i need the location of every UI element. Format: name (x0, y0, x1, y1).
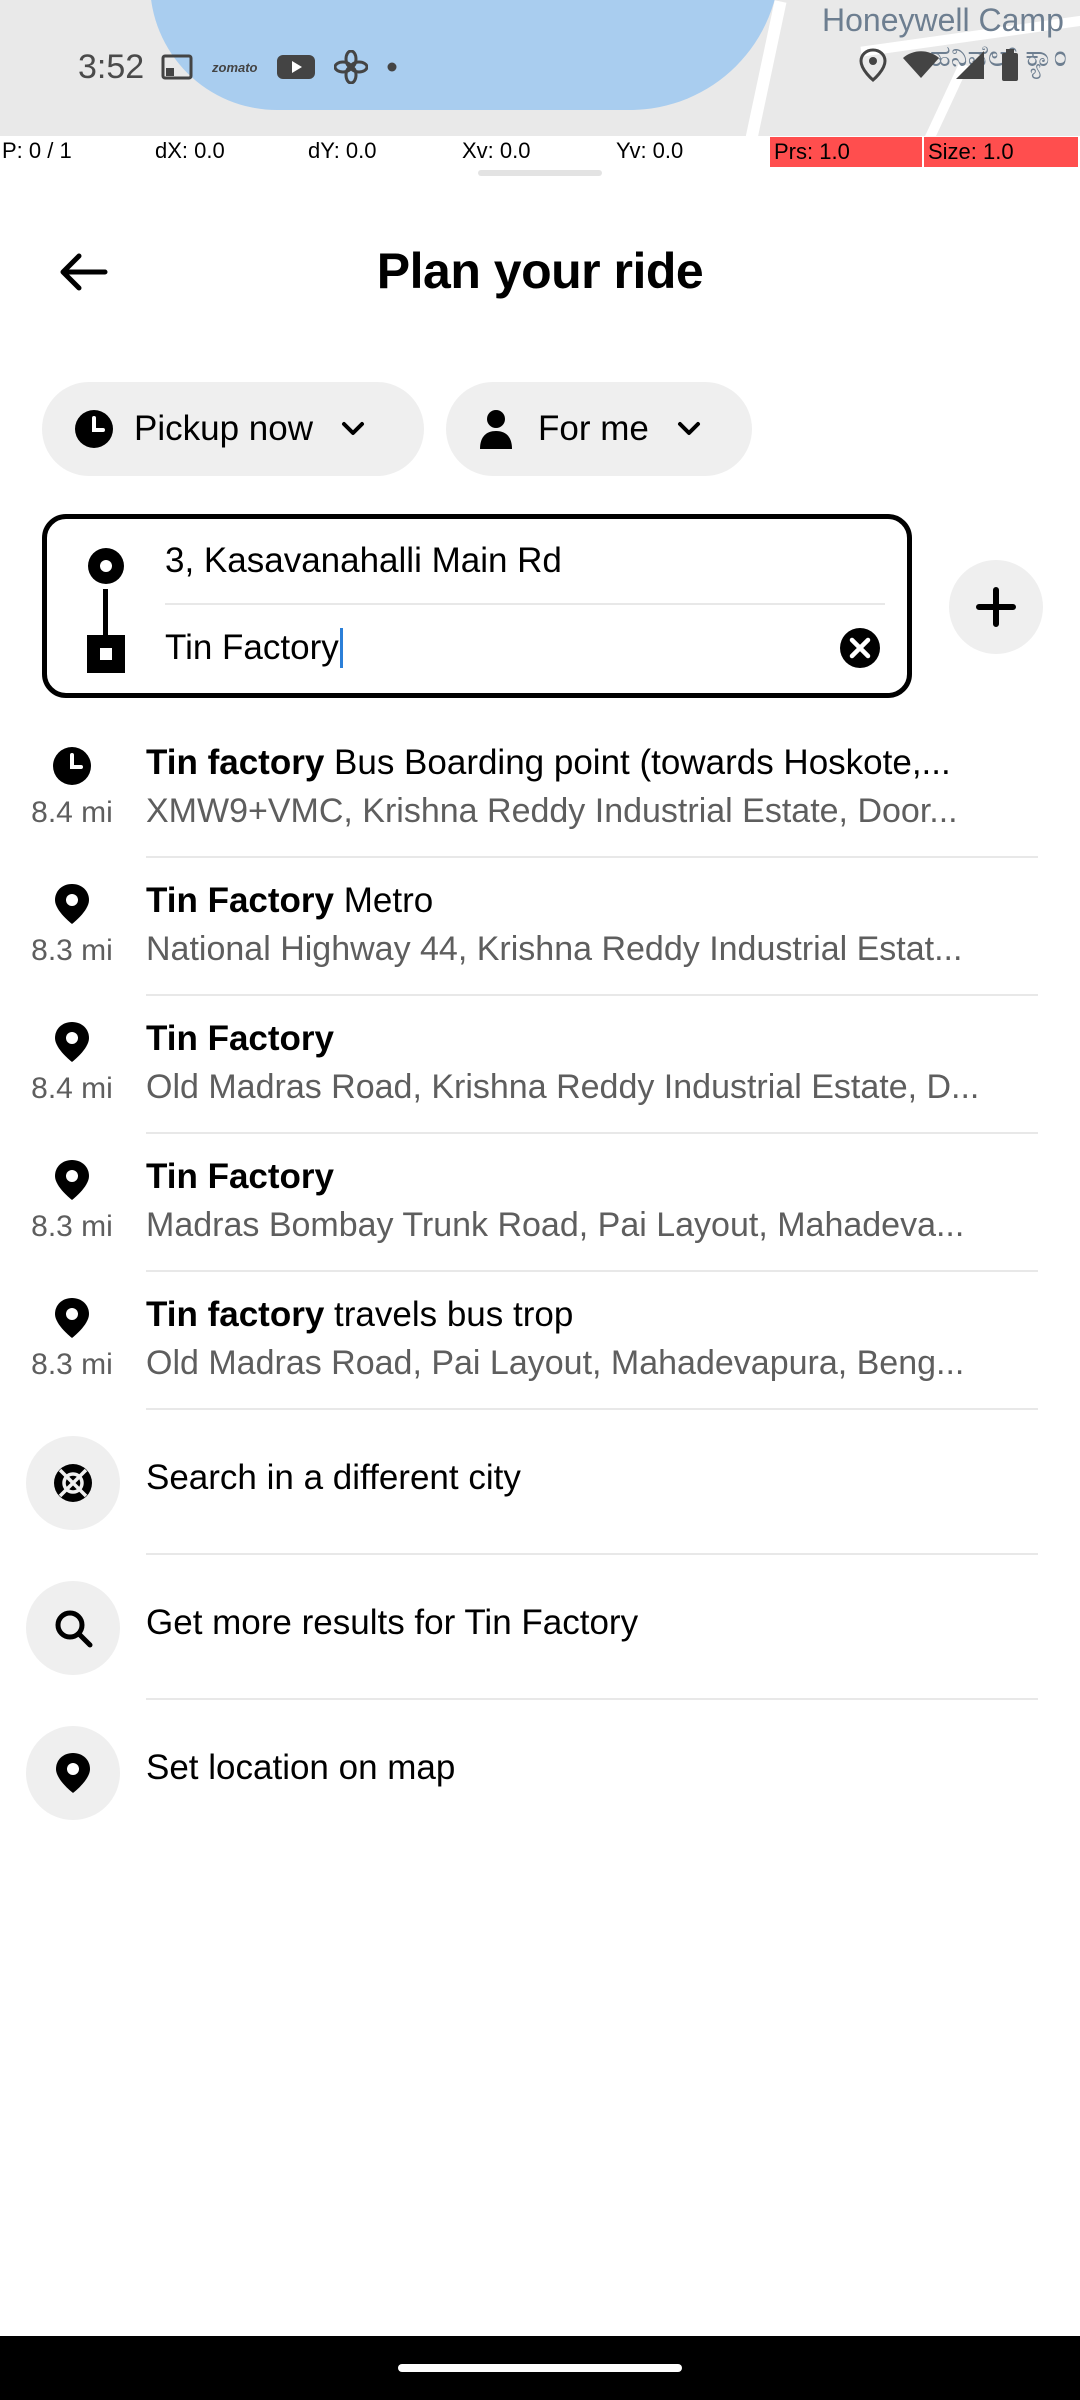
set-location-on-map-item[interactable]: Set location on map (0, 1700, 1080, 1845)
result-title-match: Tin Factory (146, 881, 335, 920)
globe-icon (26, 1436, 120, 1530)
person-icon (480, 410, 512, 449)
result-distance: 8.4 mi (31, 796, 113, 829)
dot-icon (387, 62, 396, 72)
clear-icon[interactable] (839, 627, 881, 669)
page-title: Plan your ride (376, 243, 704, 299)
destination-input[interactable]: Tin Factory (165, 605, 885, 691)
debug-yv: Yv: 0.0 (616, 138, 684, 163)
cast-icon (161, 54, 193, 80)
youtube-icon (276, 55, 315, 79)
search-different-city-label: Search in a different city (146, 1458, 521, 1497)
result-title-match: Tin factory (146, 1295, 325, 1334)
result-item[interactable]: 8.4 mi Tin factory Bus Boarding point (t… (0, 720, 1080, 858)
pickup-input-value: 3, Kasavanahalli Main Rd (165, 541, 562, 580)
signal-icon (956, 51, 984, 79)
result-title: Tin Factory (146, 1016, 1040, 1062)
result-title: Tin factory travels bus trop (146, 1292, 1040, 1338)
fan-icon (333, 50, 368, 84)
result-subtitle: National Highway 44, Krishna Reddy Indus… (146, 930, 963, 968)
pointer-debug-overlay: P: 0 / 1 dX: 0.0 dY: 0.0 Xv: 0.0 Yv: 0.0… (0, 136, 1080, 168)
result-title-match: Tin factory (146, 743, 325, 782)
clock-icon (75, 410, 113, 448)
result-subtitle: XMW9+VMC, Krishna Reddy Industrial Estat… (146, 792, 958, 830)
search-icon (26, 1581, 120, 1675)
debug-size: Size: 1.0 (924, 137, 1078, 167)
destination-input-value: Tin Factory (165, 628, 339, 667)
result-item[interactable]: 8.3 mi Tin Factory Madras Bombay Trunk R… (0, 1134, 1080, 1272)
result-distance: 8.4 mi (31, 1072, 113, 1105)
route-input-box: 3, Kasavanahalli Main Rd Tin Factory (42, 514, 912, 698)
debug-dy: dY: 0.0 (308, 138, 377, 163)
debug-pressure: Prs: 1.0 (770, 137, 922, 167)
system-nav-bar (0, 2336, 1080, 2400)
pickup-time-chip[interactable]: Pickup now (42, 382, 424, 476)
chevron-down-icon (677, 422, 700, 435)
pickup-input[interactable]: 3, Kasavanahalli Main Rd (165, 519, 885, 605)
result-title-match: Tin Factory (146, 1157, 335, 1196)
debug-xv: Xv: 0.0 (462, 138, 531, 163)
result-item[interactable]: 8.3 mi Tin factory travels bus trop Old … (0, 1272, 1080, 1410)
clock-icon (50, 744, 94, 788)
pin-icon (50, 1020, 94, 1064)
pickup-time-label: Pickup now (134, 409, 313, 448)
status-time: 3:52 (78, 48, 145, 86)
result-subtitle: Old Madras Road, Krishna Reddy Industria… (146, 1068, 980, 1106)
result-item[interactable]: 8.4 mi Tin Factory Old Madras Road, Kris… (0, 996, 1080, 1134)
text-caret (339, 628, 343, 668)
system-icons (858, 48, 1020, 82)
chevron-down-icon (341, 422, 364, 435)
result-distance: 8.3 mi (31, 934, 113, 967)
result-title-rest: Bus Boarding point (towards Hoskote,... (324, 743, 951, 782)
result-item[interactable]: 8.3 mi Tin Factory Metro National Highwa… (0, 858, 1080, 996)
debug-pointer: P: 0 / 1 (2, 138, 72, 163)
add-stop-button[interactable] (949, 560, 1043, 654)
more-results-label: Get more results for Tin Factory (146, 1603, 639, 1642)
debug-dx: dX: 0.0 (155, 138, 225, 163)
wifi-icon (903, 51, 939, 78)
destination-marker-icon (87, 635, 125, 673)
search-different-city-item[interactable]: Search in a different city (0, 1410, 1080, 1555)
result-title-rest: travels bus trop (324, 1295, 574, 1334)
battery-icon (1002, 49, 1018, 81)
result-title: Tin factory Bus Boarding point (towards … (146, 740, 1040, 786)
result-distance: 8.3 mi (31, 1210, 113, 1243)
notification-icons: zomato (160, 50, 398, 84)
map-label: Honeywell Camp (822, 2, 1064, 38)
result-subtitle: Old Madras Road, Pai Layout, Mahadevapur… (146, 1344, 965, 1382)
result-title: Tin Factory Metro (146, 878, 1040, 924)
rider-chip[interactable]: For me (446, 382, 752, 476)
result-title-match: Tin Factory (146, 1019, 335, 1058)
set-location-on-map-label: Set location on map (146, 1748, 456, 1787)
result-title-rest: Metro (334, 881, 434, 920)
result-subtitle: Madras Bombay Trunk Road, Pai Layout, Ma… (146, 1206, 965, 1244)
pin-icon (26, 1726, 120, 1820)
zomato-icon: zomato (212, 59, 258, 75)
pickup-marker-icon (88, 548, 124, 584)
sheet-grab-handle[interactable] (478, 170, 602, 176)
more-results-item[interactable]: Get more results for Tin Factory (0, 1555, 1080, 1700)
rider-label: For me (538, 409, 649, 448)
location-icon (859, 48, 887, 82)
result-title: Tin Factory (146, 1154, 1040, 1200)
pin-icon (50, 1158, 94, 1202)
status-bar: 3:52 zomato (0, 38, 1080, 98)
pin-icon (50, 882, 94, 926)
result-distance: 8.3 mi (31, 1348, 113, 1381)
pin-icon (50, 1296, 94, 1340)
plus-icon (976, 587, 1016, 627)
home-gesture-handle[interactable] (398, 2364, 682, 2372)
